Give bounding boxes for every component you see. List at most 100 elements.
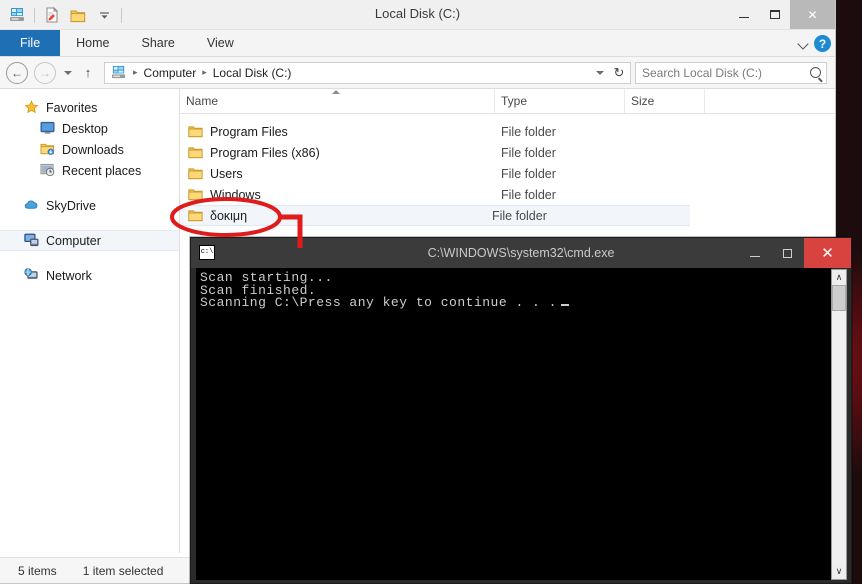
- cmd-caption-buttons: ✕: [738, 238, 851, 268]
- forward-button[interactable]: →: [34, 61, 56, 84]
- help-icon[interactable]: ?: [814, 35, 831, 52]
- table-row[interactable]: Windows File folder: [180, 184, 835, 205]
- breadcrumb-item-computer[interactable]: Computer: [141, 66, 200, 80]
- column-header-name[interactable]: Name: [180, 89, 495, 113]
- cmd-output-line-with-cursor: Scanning C:\Press any key to continue . …: [200, 295, 832, 310]
- file-rows: Program Files File folder Program Files …: [180, 114, 835, 226]
- minimize-icon: [749, 256, 760, 257]
- breadcrumb-item-local-disk[interactable]: Local Disk (C:): [210, 66, 295, 80]
- chevron-down-icon: [64, 70, 72, 75]
- scrollbar-track[interactable]: [832, 311, 846, 564]
- file-type: File folder: [491, 208, 547, 223]
- table-row[interactable]: δοκιμη File folder: [180, 205, 690, 226]
- quick-access-toolbar: [6, 3, 124, 27]
- address-dropdown-button[interactable]: [592, 63, 608, 83]
- ribbon-right-controls: ?: [798, 30, 831, 57]
- back-button[interactable]: ←: [6, 61, 28, 84]
- file-name: δοκιμη: [210, 208, 248, 223]
- file-name: Windows: [210, 187, 261, 202]
- tab-view[interactable]: View: [191, 30, 250, 56]
- network-icon: [24, 267, 40, 284]
- sidebar-item-desktop[interactable]: Desktop: [0, 118, 179, 139]
- downloads-icon: [40, 142, 56, 158]
- sidebar-item-downloads[interactable]: Downloads: [0, 139, 179, 160]
- search-input[interactable]: [640, 64, 822, 81]
- navigation-pane: Favorites Desktop Downloads Recent place…: [0, 89, 180, 553]
- cmd-cursor: [560, 304, 569, 306]
- star-icon: [24, 99, 40, 116]
- customize-dropdown-icon[interactable]: [93, 4, 115, 26]
- tab-home[interactable]: Home: [60, 30, 125, 56]
- scrollbar-thumb[interactable]: [832, 285, 846, 311]
- column-header-size[interactable]: Size: [625, 89, 705, 113]
- sort-ascending-icon: [332, 90, 340, 94]
- sidebar-item-label: Downloads: [62, 142, 124, 157]
- chevron-down-icon: [596, 70, 604, 75]
- maximize-button[interactable]: [759, 0, 790, 29]
- cmd-console-output[interactable]: Scan starting... Scan finished. Scanning…: [196, 268, 832, 580]
- column-header-type[interactable]: Type: [495, 89, 625, 113]
- maximize-icon: [783, 248, 792, 258]
- sidebar-item-computer[interactable]: Computer: [0, 230, 179, 251]
- command-prompt-window: c:\ C:\WINDOWS\system32\cmd.exe ✕ Scan s…: [190, 237, 852, 584]
- row-name-cell: Windows: [180, 188, 495, 202]
- sidebar-item-label: Desktop: [62, 121, 108, 136]
- status-item-count: 5 items: [18, 563, 57, 578]
- sidebar-item-network[interactable]: Network: [0, 265, 179, 286]
- folder-icon: [188, 125, 203, 138]
- table-row[interactable]: Program Files File folder: [180, 121, 835, 142]
- recent-locations-button[interactable]: [60, 70, 76, 75]
- cmd-close-button[interactable]: ✕: [804, 238, 851, 268]
- sidebar-gap-3: [0, 251, 179, 265]
- quick-access-separator: [34, 7, 35, 23]
- sidebar-item-label: Network: [46, 268, 92, 283]
- breadcrumb[interactable]: ▸ Computer ▸ Local Disk (C:) ↻: [104, 61, 631, 84]
- cmd-output-text: Scanning C:\Press any key to continue . …: [200, 295, 557, 310]
- chevron-down-icon[interactable]: [798, 38, 809, 49]
- desktop-icon: [40, 121, 56, 137]
- sidebar-item-skydrive[interactable]: SkyDrive: [0, 195, 179, 216]
- breadcrumb-separator-0: ▸: [133, 67, 138, 77]
- cmd-scrollbar[interactable]: ∧ ∨: [831, 269, 847, 580]
- file-type: File folder: [501, 166, 556, 181]
- maximize-icon: [769, 10, 780, 19]
- folder-icon: [188, 188, 203, 201]
- address-bar: ← → ↑ ▸ Computer ▸ Local Disk (C:) ↻ Sea…: [0, 57, 835, 89]
- table-row[interactable]: Users File folder: [180, 163, 835, 184]
- search-box[interactable]: [635, 61, 827, 84]
- scroll-down-button[interactable]: ∨: [832, 564, 846, 579]
- explorer-title-bar: Local Disk (C:) ✕: [0, 0, 835, 30]
- up-button[interactable]: ↑: [78, 65, 98, 80]
- refresh-button[interactable]: ↻: [610, 63, 628, 83]
- tab-file[interactable]: File: [0, 30, 61, 56]
- column-header-label: Type: [501, 94, 528, 108]
- cmd-maximize-button[interactable]: [771, 238, 804, 268]
- search-icon[interactable]: [810, 67, 821, 78]
- breadcrumb-drive-icon: [111, 65, 127, 80]
- computer-icon: [24, 233, 40, 249]
- row-name-cell: Program Files: [180, 125, 495, 139]
- row-name-cell: Program Files (x86): [180, 146, 495, 160]
- sidebar-item-recent-places[interactable]: Recent places: [0, 160, 179, 181]
- table-row[interactable]: Program Files (x86) File folder: [180, 142, 835, 163]
- sidebar-item-favorites[interactable]: Favorites: [0, 97, 179, 118]
- file-type: File folder: [501, 145, 556, 160]
- file-type: File folder: [501, 124, 556, 139]
- new-folder-icon[interactable]: [67, 4, 89, 26]
- cmd-minimize-button[interactable]: [738, 238, 771, 268]
- properties-icon[interactable]: [41, 4, 63, 26]
- file-name: Program Files: [210, 124, 288, 139]
- drive-icon[interactable]: [6, 4, 28, 26]
- tab-share[interactable]: Share: [126, 30, 191, 56]
- file-name: Program Files (x86): [210, 145, 320, 160]
- row-name-cell: δοκιμη: [180, 209, 486, 223]
- minimize-button[interactable]: [728, 0, 759, 29]
- file-name: Users: [210, 166, 243, 181]
- folder-icon: [188, 209, 203, 222]
- column-header-label: Name: [186, 94, 219, 108]
- close-button[interactable]: ✕: [790, 0, 835, 29]
- sidebar-gap-1: [0, 181, 179, 195]
- page-title: Local Disk (C:): [374, 6, 461, 21]
- scroll-up-button[interactable]: ∧: [832, 270, 846, 285]
- recent-places-icon: [40, 163, 56, 179]
